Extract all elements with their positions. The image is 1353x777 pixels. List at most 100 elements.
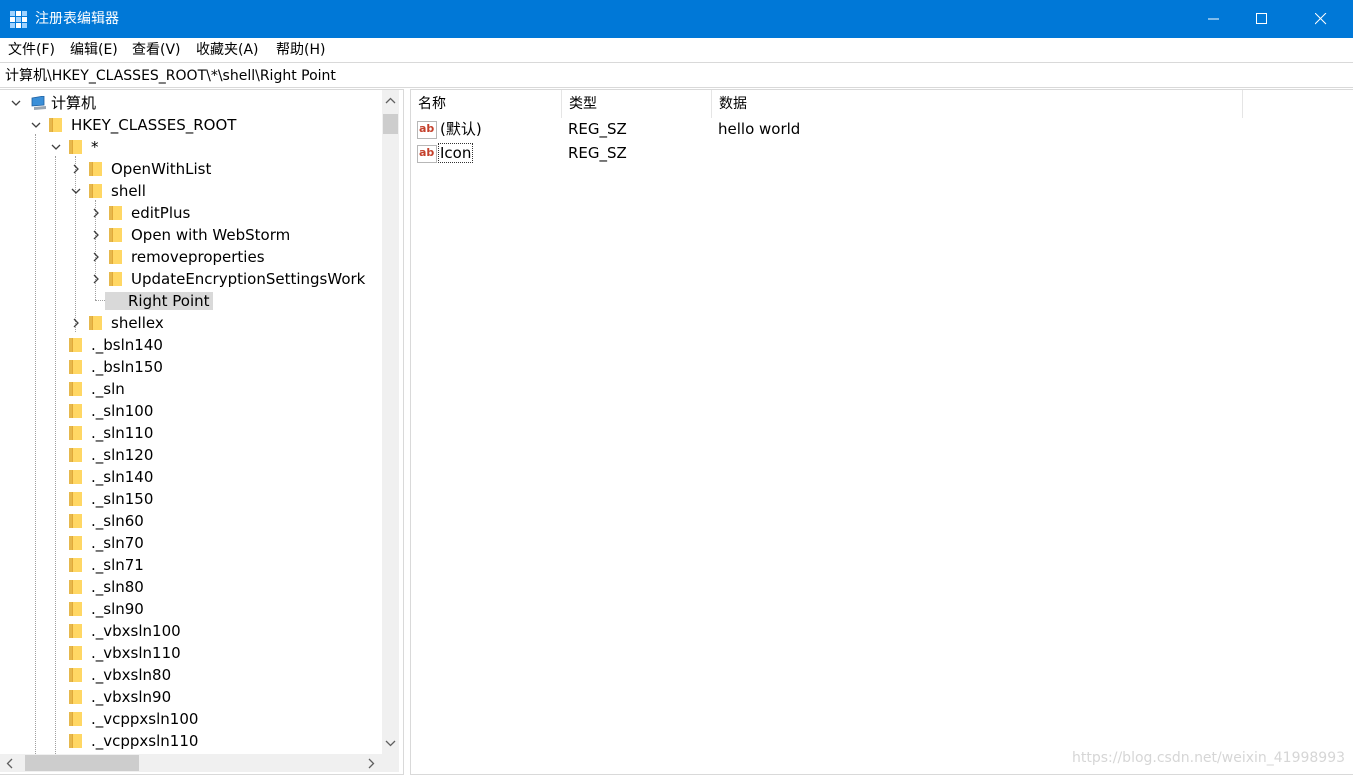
values-list[interactable]: 名称 类型 数据 ab (默认) REG_SZ hello world ab I… <box>410 89 1353 775</box>
menu-file[interactable]: 文件(F) <box>8 42 55 59</box>
scroll-right-icon[interactable] <box>367 758 375 769</box>
tree-item-label: ._vbxsln80 <box>91 666 172 684</box>
tree-item[interactable]: ._vcppxsln100 <box>0 708 380 730</box>
value-row-icon[interactable]: ab Icon REG_SZ <box>411 142 1311 166</box>
string-value-icon: ab <box>417 121 437 139</box>
tree-vertical-scrollbar[interactable] <box>382 90 399 754</box>
scroll-thumb[interactable] <box>25 755 139 771</box>
tree-item-label: ._vcppxsln100 <box>91 710 199 728</box>
chevron-down-icon[interactable] <box>70 185 82 197</box>
tree-item[interactable]: ._sln140 <box>0 466 380 488</box>
chevron-down-icon[interactable] <box>10 97 22 109</box>
tree-item-label: ._vbxsln100 <box>91 622 181 640</box>
address-path[interactable]: 计算机\HKEY_CLASSES_ROOT\*\shell\Right Poin… <box>5 68 336 84</box>
menu-edit[interactable]: 编辑(E) <box>70 42 118 59</box>
value-name: Icon <box>437 143 474 163</box>
tree-item[interactable]: ._vbxsln90 <box>0 686 380 708</box>
tree-item-label: Right Point <box>105 292 213 310</box>
close-icon <box>1315 13 1327 25</box>
tree-item[interactable]: ._sln100 <box>0 400 380 422</box>
tree-item[interactable]: ._bsln140 <box>0 334 380 356</box>
tree-item[interactable]: ._vbxsln100 <box>0 620 380 642</box>
tree-item-label: ._sln120 <box>91 446 154 464</box>
folder-icon <box>69 734 83 748</box>
chevron-right-icon[interactable] <box>70 163 82 175</box>
folder-icon <box>69 690 83 704</box>
tree-item-hkey-classes-root[interactable]: HKEY_CLASSES_ROOT <box>0 114 380 136</box>
tree-item[interactable]: ._vbxsln80 <box>0 664 380 686</box>
maximize-button[interactable] <box>1239 0 1285 38</box>
tree-item-shellex[interactable]: shellex <box>0 312 380 334</box>
tree-item-removeproperties[interactable]: removeproperties <box>0 246 380 268</box>
tree-item-open-with-webstorm[interactable]: Open with WebStorm <box>0 224 380 246</box>
close-button[interactable] <box>1298 0 1344 38</box>
tree-item[interactable]: ._sln70 <box>0 532 380 554</box>
menu-view[interactable]: 查看(V) <box>132 42 181 59</box>
folder-icon <box>69 470 83 484</box>
tree-item-label: UpdateEncryptionSettingsWork <box>131 270 366 288</box>
tree-item[interactable]: ._sln110 <box>0 422 380 444</box>
tree-item-label: ._sln <box>91 380 125 398</box>
tree-item-label: shellex <box>111 314 164 332</box>
folder-icon <box>89 316 103 330</box>
scroll-up-icon[interactable] <box>385 97 396 105</box>
chevron-down-icon[interactable] <box>30 119 42 131</box>
column-header-name[interactable]: 名称 <box>411 90 562 118</box>
tree-item[interactable]: ._sln120 <box>0 444 380 466</box>
tree-item-editplus[interactable]: editPlus <box>0 202 380 224</box>
tree-item-openwithlist[interactable]: OpenWithList <box>0 158 380 180</box>
scroll-thumb[interactable] <box>383 114 398 134</box>
tree-item[interactable]: ._sln60 <box>0 510 380 532</box>
folder-icon <box>109 228 123 242</box>
scroll-down-icon[interactable] <box>385 739 396 747</box>
tree-item-label: ._sln140 <box>91 468 154 486</box>
tree-item-shell[interactable]: shell <box>0 180 380 202</box>
folder-icon <box>109 272 123 286</box>
tree-item[interactable]: ._bsln150 <box>0 356 380 378</box>
tree-item-label: editPlus <box>131 204 191 222</box>
menu-bar: 文件(F) 编辑(E) 查看(V) 收藏夹(A) 帮助(H) <box>0 38 1353 62</box>
folder-icon <box>89 184 103 198</box>
chevron-right-icon[interactable] <box>90 207 102 219</box>
tree-item-right-point[interactable]: Right Point <box>0 290 380 312</box>
regedit-icon <box>10 11 27 28</box>
scroll-left-icon[interactable] <box>6 758 14 769</box>
minimize-button[interactable] <box>1191 0 1237 38</box>
menu-favorites[interactable]: 收藏夹(A) <box>196 42 259 59</box>
folder-icon <box>69 602 83 616</box>
column-header-data[interactable]: 数据 <box>712 90 1243 118</box>
folder-icon <box>69 558 83 572</box>
chevron-right-icon[interactable] <box>90 251 102 263</box>
tree-item[interactable]: ._sln150 <box>0 488 380 510</box>
tree-item[interactable]: ._sln80 <box>0 576 380 598</box>
chevron-right-icon[interactable] <box>90 229 102 241</box>
tree-item-computer[interactable]: 计算机 <box>0 92 380 114</box>
tree-item[interactable]: ._sln90 <box>0 598 380 620</box>
tree-item-star[interactable]: * <box>0 136 380 158</box>
folder-icon <box>69 140 83 154</box>
key-tree[interactable]: 计算机 HKEY_CLASSES_ROOT * OpenWithList she… <box>0 89 404 775</box>
folder-icon <box>69 338 83 352</box>
chevron-right-icon[interactable] <box>90 273 102 285</box>
column-header-type[interactable]: 类型 <box>562 90 712 118</box>
tree-item-label: ._vbxsln110 <box>91 644 181 662</box>
address-bar[interactable]: 计算机\HKEY_CLASSES_ROOT\*\shell\Right Poin… <box>0 62 1353 88</box>
value-row-default[interactable]: ab (默认) REG_SZ hello world <box>411 118 1311 142</box>
tree-item[interactable]: ._vcppxsln110 <box>0 730 380 752</box>
tree-item-label: ._sln70 <box>91 534 144 552</box>
tree-item-updateencryptionsettingswork[interactable]: UpdateEncryptionSettingsWork <box>0 268 380 290</box>
tree-item[interactable]: ._sln <box>0 378 380 400</box>
tree-item-label: shell <box>111 182 146 200</box>
tree-horizontal-scrollbar[interactable] <box>0 754 399 772</box>
chevron-right-icon[interactable] <box>70 317 82 329</box>
tree-item[interactable]: ._vbxsln110 <box>0 642 380 664</box>
tree-item[interactable]: ._sln71 <box>0 554 380 576</box>
title-bar[interactable]: 注册表编辑器 <box>0 0 1353 38</box>
menu-help[interactable]: 帮助(H) <box>276 42 325 59</box>
tree-item-label: removeproperties <box>131 248 265 266</box>
chevron-down-icon[interactable] <box>50 141 62 153</box>
tree-item-label: ._sln80 <box>91 578 144 596</box>
folder-icon <box>69 382 83 396</box>
folder-icon <box>69 404 83 418</box>
folder-icon <box>109 206 123 220</box>
